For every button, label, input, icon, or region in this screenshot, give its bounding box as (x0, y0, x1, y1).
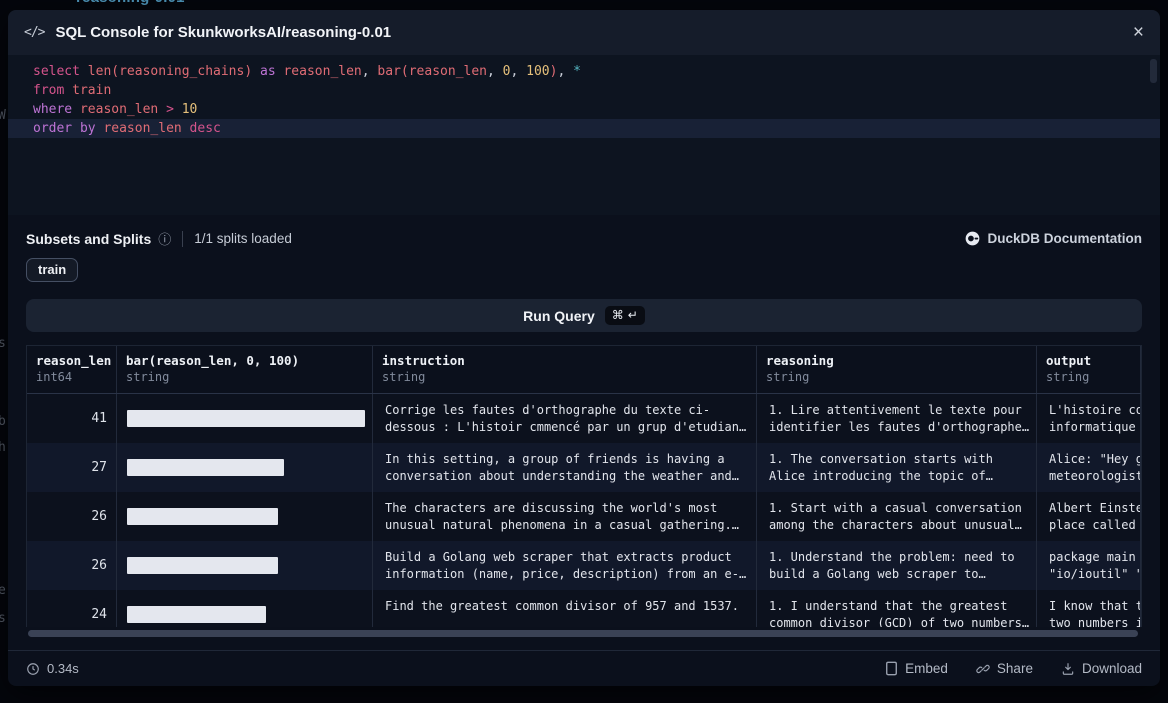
embed-label: Embed (905, 661, 948, 676)
close-icon[interactable]: × (1133, 23, 1144, 42)
scrollbar-thumb[interactable] (28, 630, 1138, 637)
cell-reason-len: 24 (27, 590, 117, 627)
table-row[interactable]: 26 The characters are discussing the worl… (27, 492, 1141, 541)
cell-bar (117, 394, 373, 443)
cell-bar (117, 443, 373, 492)
code-line: select len(reasoning_chains) as reason_l… (8, 62, 1160, 81)
embed-button[interactable]: Embed (885, 661, 948, 676)
table-row[interactable]: 24 Find the greatest common divisor of 95… (27, 590, 1141, 627)
cell-bar (117, 590, 373, 627)
modal-body: Subsets and Splits ⓘ 1/1 splits loaded D… (8, 215, 1160, 686)
sql-editor-lines: select len(reasoning_chains) as reason_l… (8, 62, 1160, 138)
duckdb-logo-icon (965, 231, 980, 246)
cell-instruction: In this setting, a group of friends is h… (373, 443, 757, 492)
table-row[interactable]: 41 Corrige les fautes d'orthographe du te… (27, 394, 1141, 443)
modal-header: </> SQL Console for SkunkworksAI/reasoni… (8, 10, 1160, 55)
column-header-instruction[interactable]: instructionstring (373, 346, 757, 393)
table-horizontal-scrollbar[interactable] (26, 630, 1142, 637)
code-line: order by reason_len desc (8, 119, 1160, 138)
splits-row: Subsets and Splits ⓘ 1/1 splits loaded D… (26, 229, 1142, 248)
background-page-fragment: reasoning-0.01 (76, 0, 185, 6)
keyboard-shortcut-badge: ⌘ ↵ (605, 306, 645, 325)
table-body: 41 Corrige les fautes d'orthographe du te… (27, 394, 1141, 627)
cell-reason-len: 26 (27, 541, 117, 590)
cell-instruction: The characters are discussing the world'… (373, 492, 757, 541)
modal-title: SQL Console for SkunkworksAI/reasoning-0… (55, 24, 391, 41)
duckdb-docs-label: DuckDB Documentation (987, 231, 1142, 246)
cell-reasoning: 1. I understand that the greatest common… (757, 590, 1037, 627)
column-header-reason_len[interactable]: reason_lenint64 (27, 346, 117, 393)
cell-instruction: Find the greatest common divisor of 957 … (373, 590, 757, 627)
bar-glyph (127, 410, 365, 427)
column-header-output[interactable]: outputstring (1037, 346, 1141, 393)
splits-loaded-status: 1/1 splits loaded (194, 231, 292, 246)
duckdb-docs-link[interactable]: DuckDB Documentation (965, 231, 1142, 246)
bar-glyph (127, 508, 278, 525)
table-row[interactable]: 26 Build a Golang web scraper that extrac… (27, 541, 1141, 590)
share-button[interactable]: Share (976, 661, 1033, 676)
split-chips: train (26, 258, 1142, 282)
cell-bar (117, 541, 373, 590)
background-edge-letter: b (0, 414, 8, 429)
code-line: from train (8, 81, 1160, 100)
column-header-reasoning[interactable]: reasoningstring (757, 346, 1037, 393)
cell-reason-len: 26 (27, 492, 117, 541)
cell-reasoning: 1. Understand the problem: need to build… (757, 541, 1037, 590)
cell-reasoning: 1. The conversation starts with Alice in… (757, 443, 1037, 492)
download-button[interactable]: Download (1061, 661, 1142, 676)
cell-output: Alice: "Hey g meteorologist (1037, 443, 1141, 492)
cell-reason-len: 27 (27, 443, 117, 492)
bar-glyph (127, 606, 266, 623)
share-label: Share (997, 661, 1033, 676)
editor-scrollbar[interactable] (1150, 59, 1157, 83)
table-header-row: reason_lenint64bar(reason_len, 0, 100)st… (27, 346, 1141, 394)
cell-instruction: Build a Golang web scraper that extracts… (373, 541, 757, 590)
cell-instruction: Corrige les fautes d'orthographe du text… (373, 394, 757, 443)
table-row[interactable]: 27 In this setting, a group of friends is… (27, 443, 1141, 492)
code-icon: </> (24, 25, 44, 40)
sql-console-modal: </> SQL Console for SkunkworksAI/reasoni… (8, 10, 1160, 686)
cell-output: package main "io/ioutil" " (1037, 541, 1141, 590)
link-icon (976, 662, 990, 676)
background-edge-letter: s (0, 611, 8, 626)
cell-output: I know that t two numbers i (1037, 590, 1141, 627)
bar-glyph (127, 557, 278, 574)
cell-bar (117, 492, 373, 541)
splits-heading: Subsets and Splits (26, 231, 151, 247)
background-edge-letter: h (0, 440, 8, 455)
cmd-key-icon: ⌘ (612, 308, 624, 322)
sql-editor[interactable]: select len(reasoning_chains) as reason_l… (8, 55, 1160, 215)
download-icon (1061, 662, 1075, 676)
split-chip-train[interactable]: train (26, 258, 78, 282)
clock-icon (26, 662, 40, 676)
enter-key-icon: ↵ (628, 308, 638, 322)
cell-output: L'histoire co informatique (1037, 394, 1141, 443)
background-edge-letter: e (0, 583, 8, 598)
divider (182, 231, 183, 247)
cell-reason-len: 41 (27, 394, 117, 443)
cell-reasoning: 1. Lire attentivement le texte pour iden… (757, 394, 1037, 443)
background-edge-letter: s (0, 336, 8, 351)
modal-footer: 0.34s Embed S (8, 650, 1160, 686)
query-duration: 0.34s (47, 661, 79, 676)
cell-output: Albert Einste place called (1037, 492, 1141, 541)
info-icon[interactable]: ⓘ (158, 229, 171, 248)
cell-reasoning: 1. Start with a casual conversation amon… (757, 492, 1037, 541)
download-label: Download (1082, 661, 1142, 676)
code-line: where reason_len > 10 (8, 100, 1160, 119)
results-table: reason_lenint64bar(reason_len, 0, 100)st… (26, 345, 1142, 627)
embed-icon (885, 661, 898, 676)
run-query-label: Run Query (523, 308, 595, 324)
screen: reasoning-0.01 W s b h e s </> SQL Conso… (0, 0, 1168, 703)
bar-glyph (127, 459, 284, 476)
run-query-button[interactable]: Run Query ⌘ ↵ (26, 299, 1142, 332)
column-header-barreason_len0100[interactable]: bar(reason_len, 0, 100)string (117, 346, 373, 393)
background-edge-letter: W (0, 108, 8, 123)
